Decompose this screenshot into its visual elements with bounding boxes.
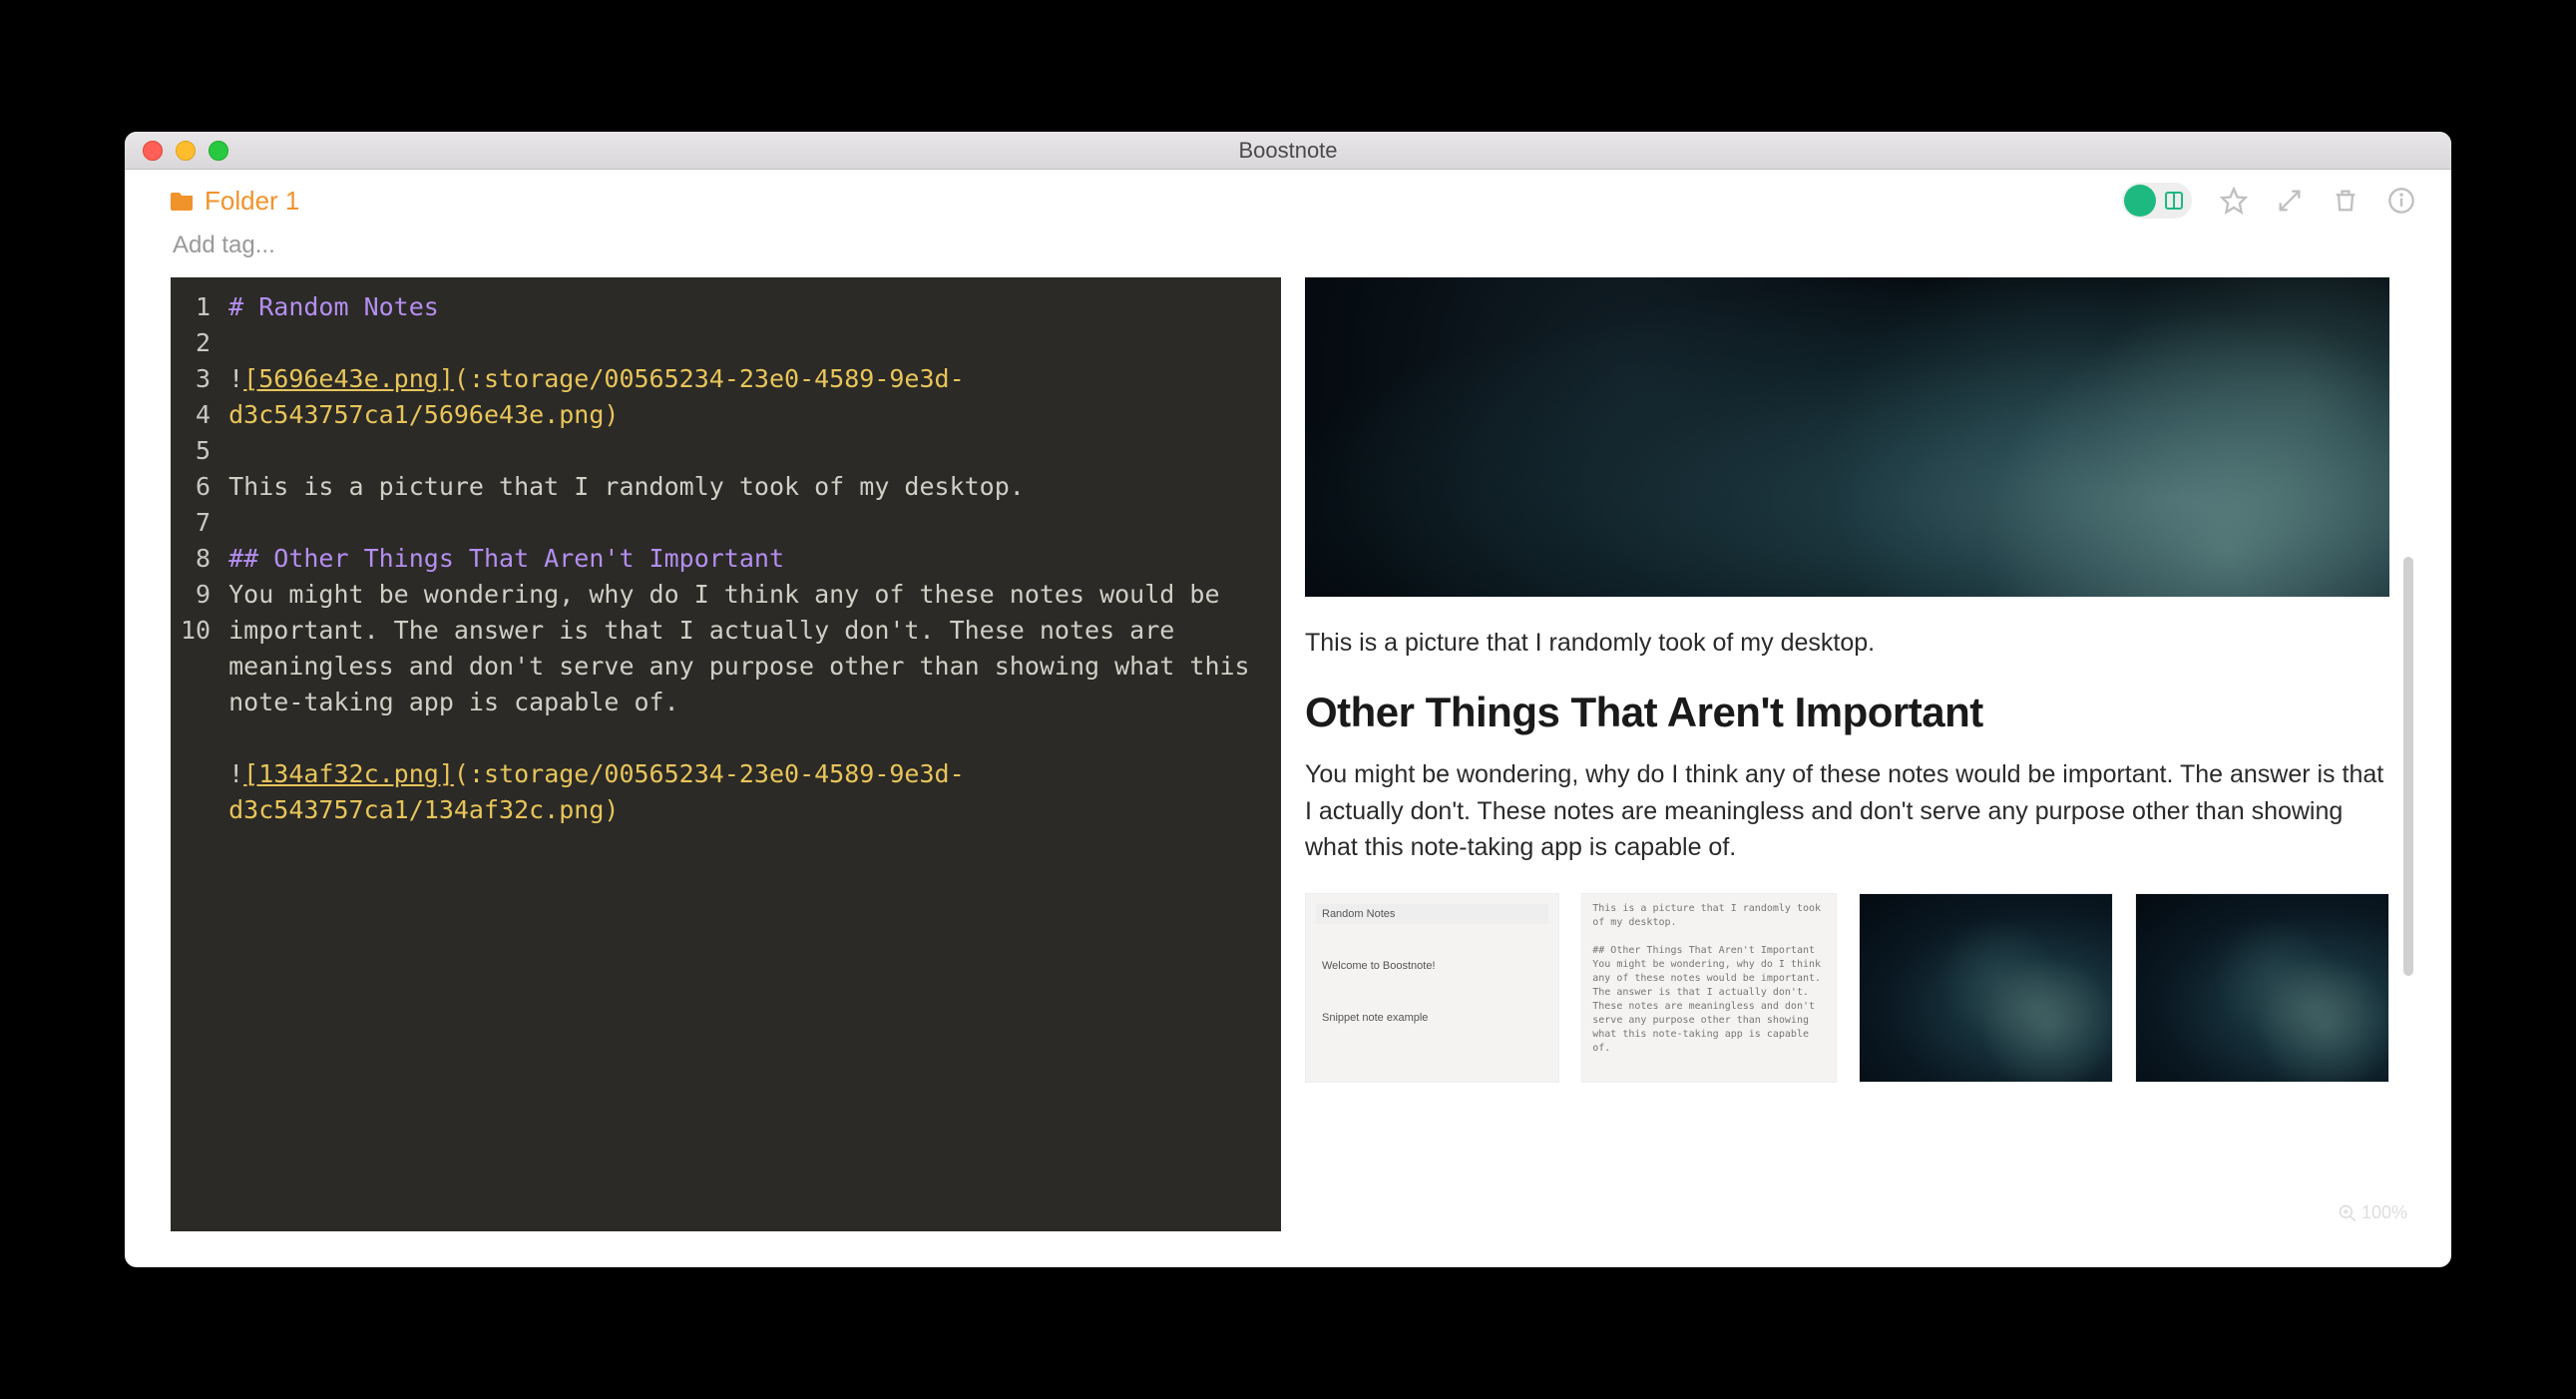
trash-icon <box>2332 187 2360 215</box>
tag-row <box>125 232 2451 277</box>
preview-caption: This is a picture that I randomly took o… <box>1305 625 2389 661</box>
thumbnail-1: Random Notes Welcome to Boostnote! Snipp… <box>1305 893 1559 1083</box>
minimize-button[interactable] <box>176 141 196 161</box>
info-icon <box>2387 187 2415 215</box>
breadcrumb[interactable]: Folder 1 <box>171 186 299 217</box>
preview-heading: Other Things That Aren't Important <box>1305 689 2389 736</box>
thumbnail-sidebar-mock: Random Notes Welcome to Boostnote! Snipp… <box>1306 894 1558 1038</box>
close-button[interactable] <box>143 141 163 161</box>
content-split: 12345678910 # Random Notes ![5696e43e.pn… <box>125 277 2451 1267</box>
maximize-button[interactable] <box>209 141 228 161</box>
window-title: Boostnote <box>125 138 2451 164</box>
split-view-icon <box>2164 191 2184 211</box>
scrollbar-thumb[interactable] <box>2403 557 2413 976</box>
thumbnail-2: This is a picture that I randomly took o… <box>1581 893 1836 1083</box>
preview-image-hero <box>1305 277 2389 597</box>
trash-button[interactable] <box>2332 187 2360 215</box>
app-window: Boostnote Folder 1 <box>125 132 2451 1267</box>
code-area[interactable]: # Random Notes ![5696e43e.png](:storage/… <box>220 277 1281 1231</box>
fullscreen-button[interactable] <box>2276 187 2304 215</box>
topbar: Folder 1 <box>125 170 2451 232</box>
preview-pane: This is a picture that I randomly took o… <box>1305 277 2415 1231</box>
tag-input[interactable] <box>173 232 472 259</box>
star-icon <box>2220 187 2248 215</box>
info-button[interactable] <box>2387 187 2415 215</box>
toolbar <box>2122 183 2415 219</box>
zoom-icon <box>2338 1203 2358 1223</box>
thumbnail-3 <box>1859 893 2113 1083</box>
zoom-value: 100% <box>2361 1202 2407 1223</box>
zoom-indicator[interactable]: 100% <box>2338 1202 2407 1223</box>
line-gutter: 12345678910 <box>171 277 220 1231</box>
toggle-knob <box>2124 185 2156 217</box>
star-button[interactable] <box>2220 187 2248 215</box>
thumbnail-4 <box>2135 893 2389 1083</box>
titlebar: Boostnote <box>125 132 2451 170</box>
expand-icon <box>2276 187 2304 215</box>
preview-thumbnails: Random Notes Welcome to Boostnote! Snipp… <box>1305 893 2389 1083</box>
preview-body: This is a picture that I randomly took o… <box>1305 277 2401 1231</box>
preview-paragraph: You might be wondering, why do I think a… <box>1305 756 2389 865</box>
folder-icon <box>171 191 195 211</box>
view-mode-toggle[interactable] <box>2122 183 2192 219</box>
preview-scrollbar[interactable] <box>2401 277 2415 1231</box>
traffic-lights <box>125 141 228 161</box>
markdown-editor[interactable]: 12345678910 # Random Notes ![5696e43e.pn… <box>171 277 1281 1231</box>
breadcrumb-folder: Folder 1 <box>205 186 299 217</box>
thumbnail-code-mock: This is a picture that I randomly took o… <box>1582 894 1835 1064</box>
